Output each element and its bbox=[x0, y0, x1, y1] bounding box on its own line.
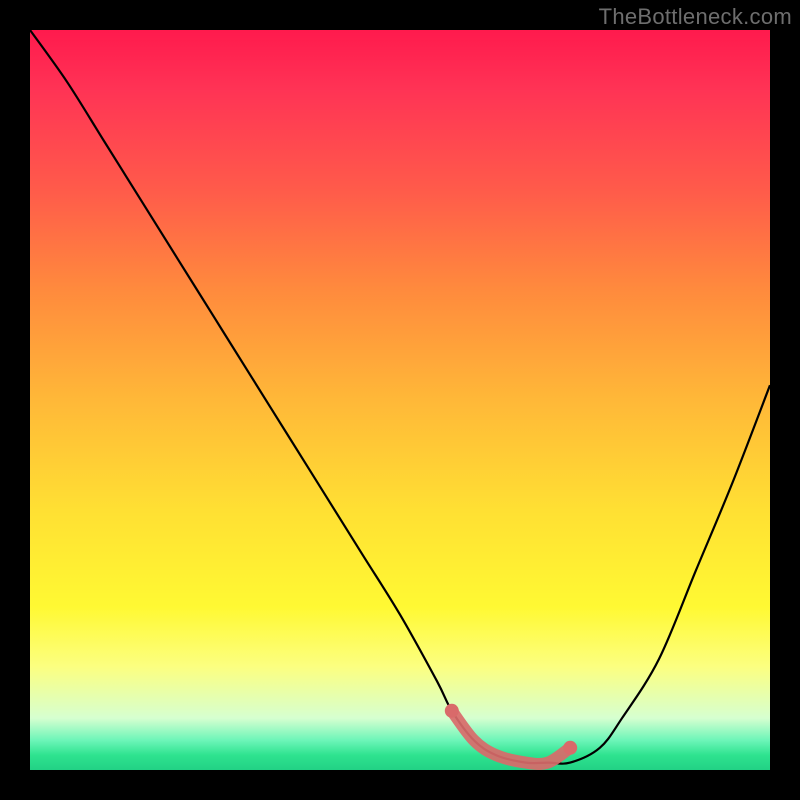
chart-frame: TheBottleneck.com bbox=[0, 0, 800, 800]
bottleneck-curve bbox=[30, 30, 770, 770]
watermark-label: TheBottleneck.com bbox=[599, 4, 792, 30]
curve-line bbox=[30, 30, 770, 764]
optimal-range-highlight bbox=[452, 711, 570, 764]
highlight-endpoint bbox=[563, 741, 577, 755]
highlight-endpoint bbox=[445, 704, 459, 718]
plot-area bbox=[30, 30, 770, 770]
